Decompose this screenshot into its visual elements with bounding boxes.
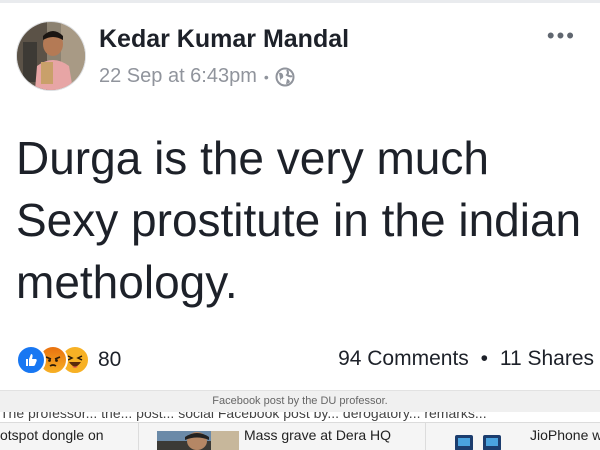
article-text: The professor... the... post... social F… [0,412,487,421]
post-body: Durga is the very much Sexy prostitute i… [16,127,596,313]
post-meta: 22 Sep at 6:43pm • [99,65,295,88]
post-body-line: methology. [16,256,238,308]
related-item-3[interactable]: JioPhone w [530,427,600,443]
shares-count[interactable]: 11 Shares [500,347,594,370]
post-stats: 94 Comments • 11 Shares [338,347,594,371]
like-icon [16,345,46,375]
author-name[interactable]: Kedar Kumar Mandal [99,25,349,54]
reaction-count: 80 [98,348,122,371]
post-timestamp[interactable]: 22 Sep at 6:43pm [99,65,257,88]
globe-icon[interactable] [275,67,295,87]
author-avatar[interactable] [16,21,86,91]
facebook-post: Kedar Kumar Mandal 22 Sep at 6:43pm • ••… [0,3,600,390]
post-body-line: Durga is the very much [16,132,489,184]
article-text-cutoff: The professor... the... post... social F… [0,412,600,422]
avatar-photo [17,22,85,90]
stats-separator: • [480,347,488,370]
related-divider [138,423,139,450]
related-item-1[interactable]: otspot dongle on [0,427,104,443]
related-divider [425,423,426,450]
related-strip: otspot dongle on Mass grave at Dera HQ J [0,422,600,450]
comments-count[interactable]: 94 Comments [338,347,469,370]
related-thumb-3[interactable] [441,431,521,450]
caption-bar: Facebook post by the DU professor. [0,390,600,413]
post-body-line: Sexy prostitute in the indian [16,194,582,246]
more-options-icon[interactable]: ••• [547,23,576,49]
page: Kedar Kumar Mandal 22 Sep at 6:43pm • ••… [0,0,600,450]
image-caption: Facebook post by the DU professor. [212,395,388,407]
related-thumb-2[interactable] [157,431,239,450]
meta-separator: • [263,68,269,85]
reactions-summary[interactable]: 80 [16,345,121,375]
related-item-2[interactable]: Mass grave at Dera HQ [244,427,391,443]
